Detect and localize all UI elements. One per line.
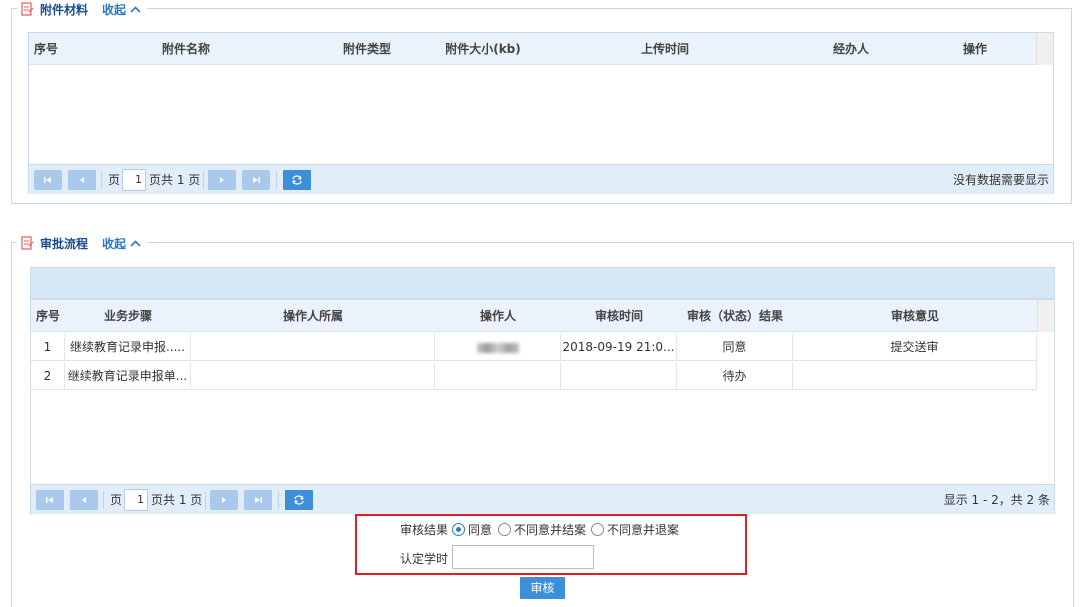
time-cell (561, 362, 677, 390)
last-page-icon (253, 177, 260, 183)
refresh-button[interactable] (285, 490, 313, 510)
org-cell (191, 333, 435, 361)
attachments-pager: 页 1 页共 1 页 没有数据需要显示 (29, 164, 1053, 194)
chevron-up-icon (130, 236, 141, 250)
next-page-button[interactable] (210, 490, 238, 510)
radio-agree[interactable]: 同意 (452, 521, 492, 538)
time-cell: 2018-09-19 21:0... (561, 333, 677, 361)
approval-legend: 审批流程 收起 (17, 234, 148, 252)
radio-disagree-close[interactable]: 不同意并结案 (498, 521, 586, 538)
radio-icon (591, 523, 604, 536)
pager-divider (203, 171, 204, 189)
attachments-legend: 附件材料 收起 (17, 0, 148, 18)
approval-pager: 页 1 页共 1 页 显示 1 - 2，共 2 条 (31, 484, 1054, 514)
column-header[interactable]: 经办人 (789, 33, 913, 65)
pager-info: 显示 1 - 2，共 2 条 (943, 493, 1050, 507)
last-page-icon (255, 497, 262, 503)
first-page-icon (44, 177, 51, 183)
radio-label: 不同意并结案 (514, 523, 587, 537)
refresh-button[interactable] (283, 170, 311, 190)
first-page-icon (46, 497, 53, 503)
redacted-name (476, 342, 519, 353)
collapse-label: 收起 (102, 2, 127, 17)
page-total-label: 页共 1 页 (149, 173, 201, 187)
next-page-icon (222, 497, 226, 503)
first-page-button[interactable] (36, 490, 64, 510)
page-total-label: 页共 1 页 (151, 493, 203, 507)
page-number-input[interactable]: 1 (124, 489, 148, 511)
last-page-button[interactable] (242, 170, 270, 190)
review-submit-button[interactable]: 审核 (520, 577, 565, 599)
opinion-cell: 提交送审 (793, 333, 1037, 361)
org-cell (191, 362, 435, 390)
pager-divider (103, 491, 104, 509)
radio-icon (498, 523, 511, 536)
first-page-button[interactable] (34, 170, 62, 190)
column-header[interactable]: 序号 (31, 300, 65, 332)
approval-grid: 序号 业务步骤 操作人所属 操作人 审核时间 审核（状态）结果 审核意见 1 继… (30, 299, 1055, 514)
page-label: 页 (108, 173, 121, 187)
column-header[interactable]: 序号 (29, 33, 63, 65)
next-page-icon (220, 177, 224, 183)
attachments-collapse-toggle[interactable]: 收起 (102, 1, 141, 18)
hours-label: 认定学时 (400, 552, 449, 566)
attachments-grid: 序号 附件名称 附件类型 附件大小(kb) 上传时间 经办人 操作 页 1 页共… (28, 32, 1054, 194)
vertical-scrollbar[interactable] (1037, 300, 1054, 332)
document-icon (21, 2, 34, 16)
step-cell: 继续教育记录申报..... (65, 333, 191, 361)
radio-label: 不同意并退案 (607, 523, 680, 537)
seq-cell: 2 (31, 362, 65, 390)
column-header[interactable]: 操作 (913, 33, 1037, 65)
pager-divider (205, 491, 206, 509)
column-header[interactable]: 附件名称 (63, 33, 309, 65)
prev-page-icon (80, 177, 84, 183)
pager-divider (101, 171, 102, 189)
step-cell: 继续教育记录申报单... (65, 362, 191, 390)
review-result-label: 审核结果 (400, 523, 449, 537)
seq-cell: 1 (31, 333, 65, 361)
radio-selected-icon (452, 523, 465, 536)
next-page-button[interactable] (208, 170, 236, 190)
column-header[interactable]: 操作人所属 (191, 300, 435, 332)
operator-cell (435, 362, 561, 390)
approval-toolbar (30, 267, 1055, 299)
radio-disagree-return[interactable]: 不同意并退案 (591, 521, 679, 538)
last-page-button[interactable] (244, 490, 272, 510)
radio-label: 同意 (468, 523, 493, 537)
attachments-grid-header: 序号 附件名称 附件类型 附件大小(kb) 上传时间 经办人 操作 (29, 33, 1053, 65)
column-header[interactable]: 审核（状态）结果 (677, 300, 793, 332)
column-header[interactable]: 审核意见 (793, 300, 1037, 332)
column-header[interactable]: 审核时间 (561, 300, 677, 332)
column-header[interactable]: 附件类型 (309, 33, 425, 65)
document-icon (21, 236, 34, 250)
approval-title: 审批流程 (40, 236, 89, 251)
approval-collapse-toggle[interactable]: 收起 (102, 235, 141, 252)
page-label: 页 (110, 493, 123, 507)
column-header[interactable]: 附件大小(kb) (425, 33, 541, 65)
hours-input[interactable] (452, 545, 594, 569)
result-cell: 待办 (677, 362, 793, 390)
result-cell: 同意 (677, 333, 793, 361)
pager-divider (278, 491, 279, 509)
attachments-title: 附件材料 (40, 2, 89, 17)
column-header[interactable]: 业务步骤 (65, 300, 191, 332)
refresh-icon (294, 495, 304, 505)
prev-page-button[interactable] (68, 170, 96, 190)
operator-cell (435, 333, 561, 361)
page-number-input[interactable]: 1 (122, 169, 146, 191)
opinion-cell (793, 362, 1037, 390)
prev-page-icon (82, 497, 86, 503)
prev-page-button[interactable] (70, 490, 98, 510)
column-header[interactable]: 上传时间 (541, 33, 789, 65)
approval-grid-header: 序号 业务步骤 操作人所属 操作人 审核时间 审核（状态）结果 审核意见 (31, 300, 1054, 332)
table-row[interactable]: 2 继续教育记录申报单... 待办 (31, 362, 1037, 390)
collapse-label: 收起 (102, 236, 127, 251)
column-header[interactable]: 操作人 (435, 300, 561, 332)
vertical-scrollbar[interactable] (1036, 33, 1053, 65)
refresh-icon (292, 175, 302, 185)
pager-divider (276, 171, 277, 189)
table-row[interactable]: 1 继续教育记录申报..... 2018-09-19 21:0... 同意 提交… (31, 333, 1037, 361)
pager-info: 没有数据需要显示 (952, 173, 1049, 187)
chevron-up-icon (130, 2, 141, 16)
